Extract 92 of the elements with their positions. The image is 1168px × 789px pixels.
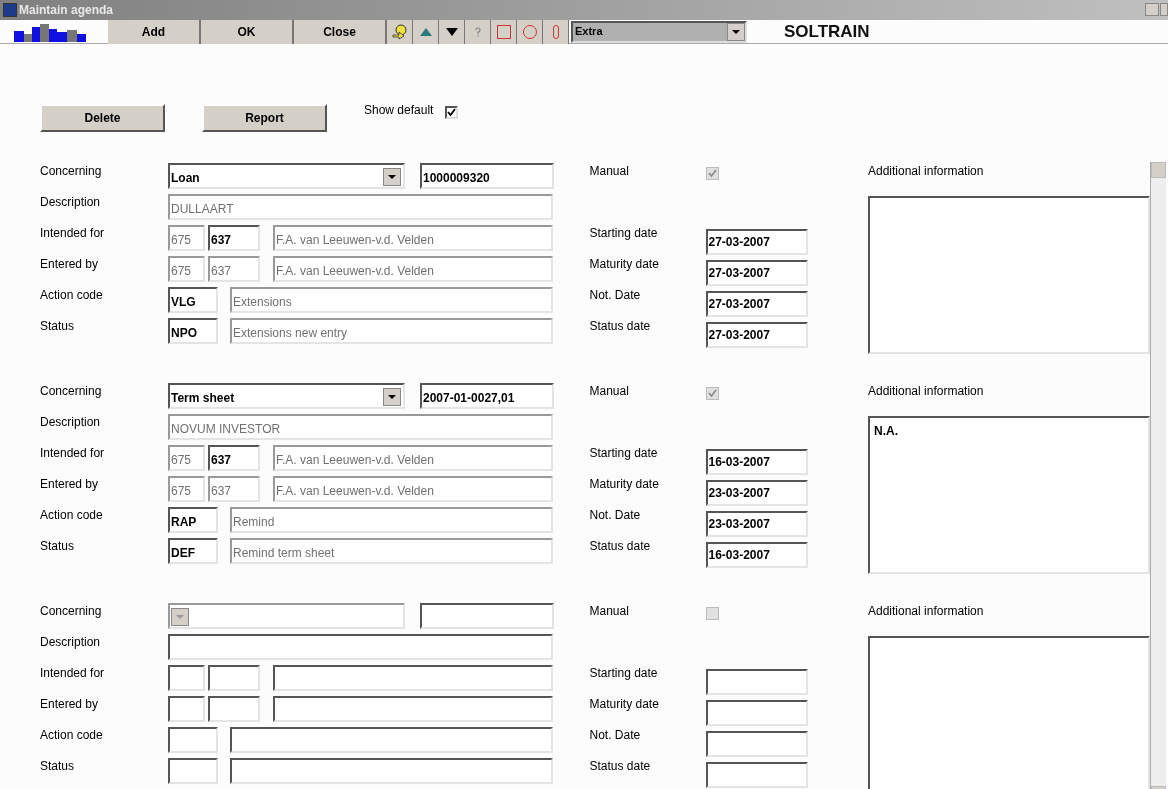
field-label: Action code (40, 727, 104, 744)
field-label: Status date (589, 538, 652, 555)
field-label: Concerning (40, 603, 103, 620)
field-label: Additional information (868, 603, 985, 620)
date-field[interactable] (705, 731, 808, 757)
app-icon (3, 3, 17, 17)
field-label: Not. Date (589, 727, 642, 744)
input-field[interactable]: 2007-01-0027,01 (420, 383, 554, 409)
help-icon[interactable] (387, 19, 413, 44)
field-label: Concerning (40, 163, 103, 180)
manual-checkbox[interactable] (705, 607, 719, 620)
field-label: Starting date (589, 225, 659, 242)
field-label: Description (40, 634, 102, 651)
field-label: Status (40, 318, 76, 335)
toolbar-button[interactable]: OK (201, 19, 294, 44)
field-label: Description (40, 414, 102, 431)
field-label: Entered by (40, 256, 100, 273)
input-field[interactable]: 637 (208, 445, 260, 471)
dropdown-value: Extra (574, 24, 603, 40)
input-field[interactable] (420, 603, 554, 629)
manual-checkbox[interactable] (705, 167, 719, 180)
field-label: Maturity date (589, 476, 660, 493)
input-field[interactable]: 1000009320 (420, 163, 554, 189)
field-label: Starting date (589, 665, 659, 682)
field-label: Action code (40, 507, 104, 524)
date-field[interactable]: 27-03-2007 (705, 229, 808, 255)
input-field[interactable] (208, 696, 260, 722)
date-field[interactable]: 23-03-2007 (705, 511, 808, 537)
input-field[interactable] (273, 696, 553, 722)
date-field[interactable]: 23-03-2007 (705, 480, 808, 506)
toolbar-button[interactable]: Add (108, 19, 201, 44)
input-field[interactable] (208, 665, 260, 691)
field-label: Description (40, 194, 102, 211)
target-icon[interactable] (517, 19, 543, 44)
date-field[interactable]: 16-03-2007 (705, 449, 808, 475)
date-field[interactable] (705, 700, 808, 726)
concerning-dropdown[interactable]: Loan (168, 163, 405, 189)
action-button[interactable]: Report (202, 104, 327, 132)
field-label: Manual (589, 383, 630, 400)
list-icon[interactable] (491, 19, 517, 44)
window-title: Maintain agenda (19, 2, 113, 19)
field-label: Intended for (40, 445, 106, 462)
manual-checkbox[interactable] (705, 387, 719, 400)
date-field[interactable]: 27-03-2007 (705, 260, 808, 286)
additional-info-field[interactable] (868, 636, 1150, 789)
checkbox-label: Show default (364, 101, 434, 119)
field-label: Concerning (40, 383, 103, 400)
field-label: Status (40, 538, 76, 555)
field-label: Entered by (40, 476, 100, 493)
input-field[interactable] (168, 665, 205, 691)
input-field[interactable] (168, 727, 218, 753)
date-field[interactable]: 16-03-2007 (705, 542, 808, 568)
input-field[interactable]: 637 (208, 225, 260, 251)
input-field[interactable]: RAP (168, 507, 218, 533)
field-label: Manual (589, 603, 630, 620)
field-label: Maturity date (589, 256, 660, 273)
action-button[interactable]: Delete (40, 104, 165, 132)
date-field[interactable] (705, 669, 808, 695)
input-field[interactable] (230, 758, 553, 784)
additional-info-field[interactable] (868, 196, 1150, 354)
field-label: Not. Date (589, 507, 642, 524)
input-field[interactable] (168, 758, 218, 784)
input-field[interactable]: NPO (168, 318, 218, 344)
date-field[interactable] (705, 762, 808, 788)
concerning-dropdown[interactable]: Term sheet (168, 383, 405, 409)
input-field[interactable] (230, 727, 553, 753)
field-label: Maturity date (589, 696, 660, 713)
toolbar-button[interactable]: Close (294, 19, 387, 44)
input-field[interactable] (273, 665, 553, 691)
field-label: Intended for (40, 665, 106, 682)
show-default-checkbox[interactable] (445, 106, 459, 119)
input-field[interactable] (168, 696, 205, 722)
field-label: Intended for (40, 225, 106, 242)
field-label: Action code (40, 287, 104, 304)
field-label: Not. Date (589, 287, 642, 304)
scrollbar[interactable] (1150, 162, 1166, 789)
company-name: SOLTRAIN (784, 20, 870, 43)
input-field[interactable] (168, 634, 553, 660)
date-field[interactable]: 27-03-2007 (705, 291, 808, 317)
field-label: Status date (589, 318, 652, 335)
field-label: Starting date (589, 445, 659, 462)
date-field[interactable]: 27-03-2007 (705, 322, 808, 348)
field-label: Status (40, 758, 76, 775)
menu-dropdown[interactable]: Extra (571, 20, 747, 43)
input-field[interactable]: VLG (168, 287, 218, 313)
field-label: Additional information (868, 163, 985, 180)
field-label: Manual (589, 163, 630, 180)
field-label: Entered by (40, 696, 100, 713)
input-field[interactable]: DEF (168, 538, 218, 564)
field-label: Additional information (868, 383, 985, 400)
field-label: Status date (589, 758, 652, 775)
additional-info-field[interactable]: N.A. (868, 416, 1150, 574)
